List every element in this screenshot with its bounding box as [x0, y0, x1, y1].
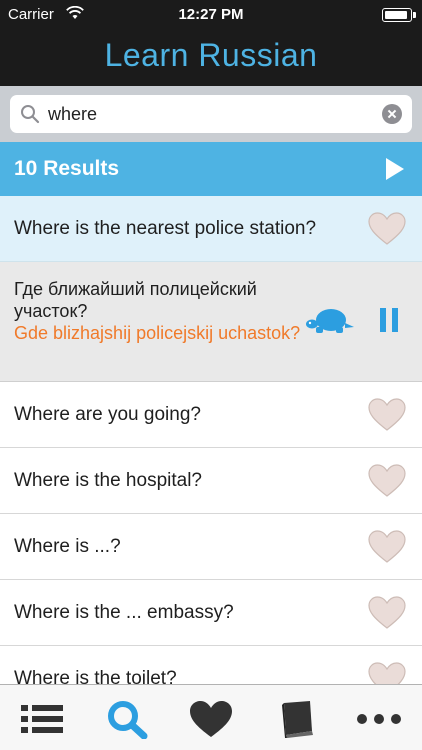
tab-list[interactable]: [19, 699, 65, 739]
tab-favorites[interactable]: [188, 699, 234, 739]
heart-icon: [190, 701, 232, 737]
phrase-english: Where is ...?: [14, 536, 121, 557]
tab-more[interactable]: [356, 699, 402, 739]
battery-fill: [385, 11, 407, 19]
list-item-expanded[interactable]: Где ближайший полицейский участок? Gde b…: [0, 262, 422, 382]
results-bar: 10 Results: [0, 142, 422, 196]
list-item[interactable]: Where is the hospital?: [0, 448, 422, 514]
status-time: 12:27 PM: [178, 6, 244, 23]
battery-icon: [382, 8, 416, 22]
turtle-slow-icon[interactable]: [304, 306, 356, 336]
heart-icon[interactable]: [368, 398, 406, 432]
list-icon: [21, 705, 63, 733]
search-bar: [0, 86, 422, 142]
heart-icon[interactable]: [368, 464, 406, 498]
clear-search-icon[interactable]: [382, 104, 402, 124]
book-icon: [282, 701, 313, 738]
list-item[interactable]: Where are you going?: [0, 382, 422, 448]
search-input[interactable]: [48, 99, 368, 129]
heart-icon[interactable]: [368, 530, 406, 564]
more-icon: [357, 714, 401, 724]
phrase-transliteration: Gde blizhajshij policejskij uchastok?: [14, 323, 301, 343]
phrase-english: Where is the nearest police station?: [14, 218, 317, 239]
heart-icon[interactable]: [368, 596, 406, 630]
list-item[interactable]: Where is the ... embassy?: [0, 580, 422, 646]
tab-search[interactable]: [104, 699, 150, 740]
results-count: 10 Results: [14, 157, 120, 180]
page-title: Learn Russian: [104, 37, 318, 73]
list-item[interactable]: Where is the nearest police station?: [0, 196, 422, 262]
phrase-list: Where is the nearest police station? Где…: [0, 196, 422, 712]
search-icon: [21, 105, 40, 124]
status-bar: Carrier 12:27 PM: [0, 0, 422, 30]
search-icon: [108, 701, 148, 740]
top-header: Carrier 12:27 PM Learn Russian: [0, 0, 422, 86]
play-all-icon[interactable]: [386, 158, 404, 180]
phrase-english: Where is the hospital?: [14, 470, 202, 491]
phrase-english: Where is the ... embassy?: [14, 602, 234, 623]
tab-phrasebook[interactable]: [276, 699, 322, 739]
phrase-russian: Где ближайший полицейский участок?: [14, 279, 257, 321]
heart-icon[interactable]: [368, 212, 406, 246]
pause-icon[interactable]: [380, 308, 398, 332]
tab-bar: [0, 684, 422, 750]
list-item[interactable]: Where is ...?: [0, 514, 422, 580]
search-box[interactable]: [10, 95, 412, 133]
phrase-english: Where are you going?: [14, 404, 201, 425]
